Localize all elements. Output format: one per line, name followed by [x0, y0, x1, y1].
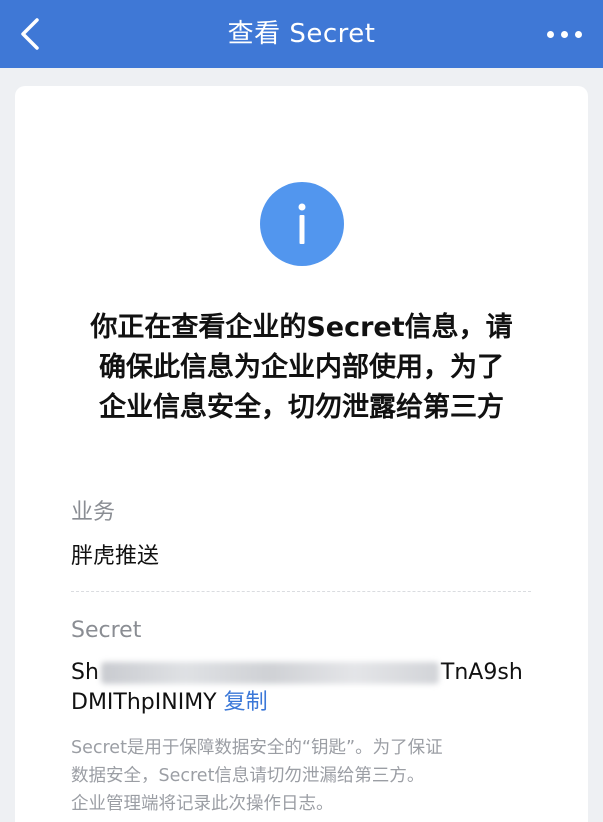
- info-icon: [260, 182, 344, 266]
- more-button[interactable]: [539, 16, 589, 52]
- secret-note: Secret是用于保障数据安全的“钥匙”。为了保证 数据安全，Secret信息请…: [71, 734, 541, 818]
- copy-button[interactable]: 复制: [224, 690, 268, 715]
- note-line: 数据安全，Secret信息请切勿泄漏给第三方。: [71, 766, 425, 786]
- chevron-left-icon: [21, 18, 39, 50]
- divider: [71, 591, 531, 592]
- headline-line: 确保此信息为企业内部使用，为了: [99, 352, 504, 383]
- secret-card: 你正在查看企业的Secret信息，请 确保此信息为企业内部使用，为了 企业信息安…: [15, 86, 588, 822]
- redacted-secret-blur: [100, 662, 439, 684]
- back-button[interactable]: [10, 14, 50, 54]
- headline-line: 企业信息安全，切勿泄露给第三方: [99, 392, 504, 423]
- secret-label: Secret: [71, 618, 142, 643]
- headline-line: 你正在查看企业的Secret信息，请: [90, 312, 513, 343]
- secret-value-suffix: TnA9sh: [440, 660, 523, 685]
- business-label: 业务: [71, 500, 116, 525]
- note-line: Secret是用于保障数据安全的“钥匙”。为了保证: [71, 738, 443, 758]
- page-title: 查看 Secret: [227, 19, 376, 49]
- note-line: 企业管理端将记录此次操作日志。: [71, 794, 334, 814]
- warning-headline: 你正在查看企业的Secret信息，请 确保此信息为企业内部使用，为了 企业信息安…: [65, 308, 538, 428]
- secret-value-prefix: Sh: [71, 660, 99, 685]
- secret-value-line-2: DMIThpINIMY 复制: [71, 688, 541, 718]
- more-dots-icon: [546, 30, 554, 38]
- secret-value-line-1: Sh TnA9sh: [71, 658, 541, 688]
- business-value: 胖虎推送: [71, 544, 160, 569]
- secret-value-line2-text: DMIThpINIMY: [71, 690, 217, 715]
- navbar: 查看 Secret: [0, 0, 603, 68]
